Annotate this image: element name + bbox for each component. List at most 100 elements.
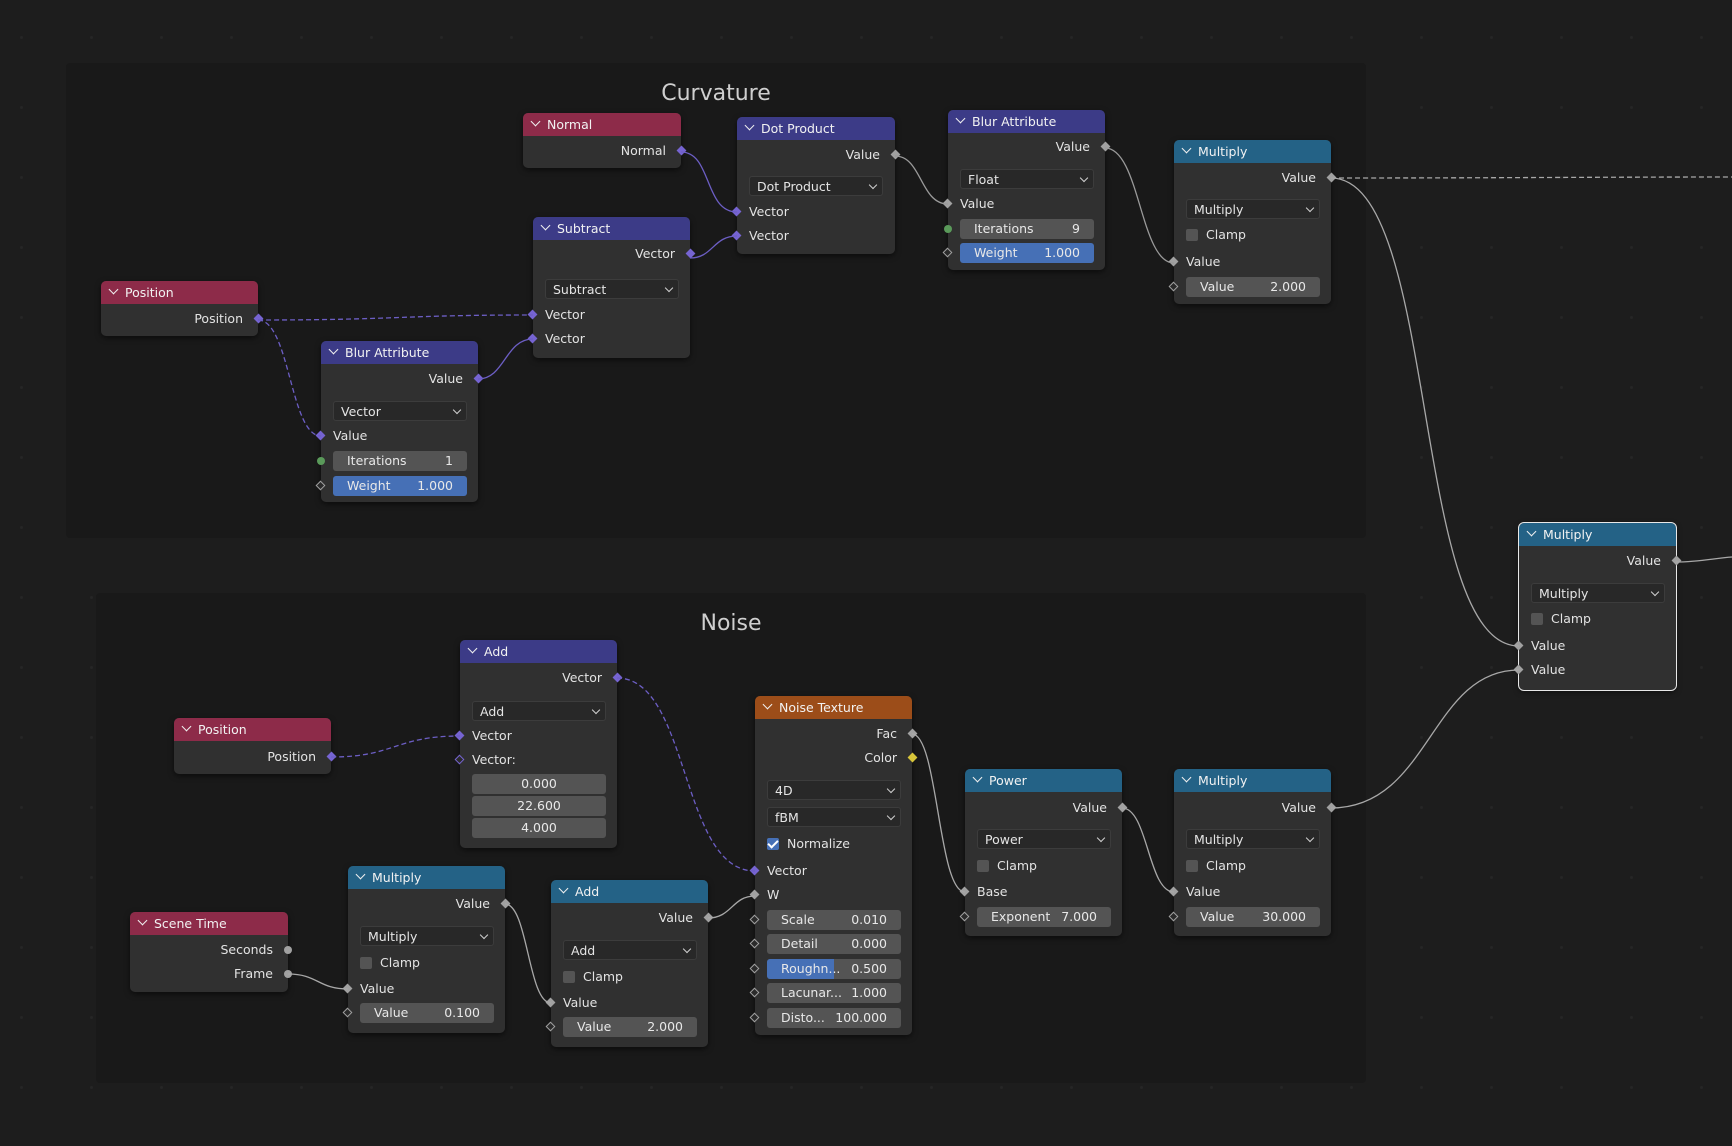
node-header[interactable]: Add <box>551 880 708 903</box>
node-multiply-noise-scale[interactable]: Multiply Value Multiply Clamp Value Valu… <box>1168 769 1337 936</box>
node-add-vector[interactable]: Add Vector Add Vector Vector: 0.000 22.6… <box>454 640 623 848</box>
operation-dropdown[interactable]: Add <box>472 701 606 721</box>
input-socket[interactable] <box>1513 664 1524 675</box>
collapse-chevron-icon[interactable] <box>138 917 147 926</box>
node-position-curvature[interactable]: Position Position <box>101 281 264 336</box>
exponent-field[interactable]: Exponent 7.000 <box>977 907 1111 927</box>
normalize-checkbox[interactable]: Normalize <box>767 836 850 851</box>
node-position-noise[interactable]: Position Position <box>174 718 337 774</box>
noise-type-dropdown[interactable]: fBM <box>767 807 901 827</box>
weight-field[interactable]: Weight 1.000 <box>333 476 467 496</box>
vector-x-field[interactable]: 0.000 <box>472 774 606 794</box>
collapse-chevron-icon[interactable] <box>531 118 540 127</box>
collapse-chevron-icon[interactable] <box>1182 774 1191 783</box>
operation-dropdown[interactable]: Multiply <box>1531 583 1665 603</box>
operation-dropdown[interactable]: Multiply <box>1186 199 1320 219</box>
node-blur-attribute-float[interactable]: Blur Attribute Value Float Value Iterati… <box>942 110 1111 270</box>
node-header[interactable]: Dot Product <box>737 117 895 140</box>
value-field[interactable]: Value 2.000 <box>563 1017 697 1037</box>
input-socket[interactable] <box>944 225 952 233</box>
detail-field[interactable]: Detail 0.000 <box>767 934 901 954</box>
value-field[interactable]: Value 0.100 <box>360 1003 494 1023</box>
checkbox-box[interactable] <box>563 970 575 983</box>
vector-z-field[interactable]: 4.000 <box>472 818 606 838</box>
iterations-field[interactable]: Iterations 9 <box>960 219 1094 239</box>
collapse-chevron-icon[interactable] <box>541 222 550 231</box>
collapse-chevron-icon[interactable] <box>763 701 772 710</box>
value-field[interactable]: Value 30.000 <box>1186 907 1320 927</box>
node-noise-texture[interactable]: Noise Texture Fac Color 4D fBM Normalize… <box>749 696 918 1035</box>
node-header[interactable]: Blur Attribute <box>321 341 478 364</box>
checkbox-box[interactable] <box>1531 612 1543 625</box>
operation-dropdown[interactable]: Multiply <box>360 926 494 946</box>
data-type-dropdown[interactable]: Float <box>960 169 1094 189</box>
frame-curvature[interactable]: Curvature <box>66 63 1366 538</box>
node-header[interactable]: Blur Attribute <box>948 110 1105 133</box>
node-header[interactable]: Scene Time <box>130 912 288 935</box>
value-field[interactable]: Value 2.000 <box>1186 277 1320 297</box>
node-editor-canvas[interactable]: Curvature Noise Normal Normal Dot Produc… <box>0 0 1732 1146</box>
node-header[interactable]: Power <box>965 769 1122 792</box>
node-header[interactable]: Multiply <box>1174 769 1331 792</box>
node-subtract[interactable]: Subtract Vector Subtract Vector Vector <box>527 217 696 358</box>
node-normal[interactable]: Normal Normal <box>523 113 687 168</box>
clamp-checkbox[interactable]: Clamp <box>1186 858 1246 873</box>
iterations-field[interactable]: Iterations 1 <box>333 451 467 471</box>
node-dot-product[interactable]: Dot Product Value Dot Product Vector Vec… <box>731 117 901 254</box>
node-header[interactable]: Position <box>174 718 331 741</box>
operation-dropdown[interactable]: Multiply <box>1186 829 1320 849</box>
operation-dropdown[interactable]: Add <box>563 940 697 960</box>
input-socket[interactable] <box>317 457 325 465</box>
collapse-chevron-icon[interactable] <box>468 645 477 654</box>
node-header[interactable]: Multiply <box>1519 523 1676 546</box>
checkbox-box[interactable] <box>360 956 372 969</box>
operation-dropdown[interactable]: Power <box>977 829 1111 849</box>
distortion-field[interactable]: Disto... 100.000 <box>767 1008 901 1028</box>
weight-field[interactable]: Weight 1.000 <box>960 243 1094 263</box>
checkbox-box[interactable] <box>767 837 779 850</box>
lacunarity-field[interactable]: Lacunar... 1.000 <box>767 983 901 1003</box>
checkbox-box[interactable] <box>1186 859 1198 872</box>
node-header[interactable]: Add <box>460 640 617 663</box>
node-header[interactable]: Multiply <box>348 866 505 889</box>
node-power[interactable]: Power Value Power Clamp Base Exponent 7.0… <box>959 769 1128 936</box>
clamp-checkbox[interactable]: Clamp <box>360 955 420 970</box>
roughness-field[interactable]: Roughn... 0.500 <box>767 959 901 979</box>
collapse-chevron-icon[interactable] <box>109 286 118 295</box>
node-scene-time[interactable]: Scene Time Seconds Frame <box>130 912 292 992</box>
node-blur-attribute-vector[interactable]: Blur Attribute Value Vector Value Iterat… <box>315 341 484 502</box>
vector-y-field[interactable]: 22.600 <box>472 796 606 816</box>
collapse-chevron-icon[interactable] <box>956 115 965 124</box>
operation-dropdown[interactable]: Subtract <box>545 279 679 299</box>
operation-dropdown[interactable]: Dot Product <box>749 176 883 196</box>
node-multiply-final[interactable]: Multiply Value Multiply Clamp Value Valu… <box>1513 522 1682 691</box>
output-socket[interactable] <box>284 970 292 978</box>
collapse-chevron-icon[interactable] <box>973 774 982 783</box>
collapse-chevron-icon[interactable] <box>559 885 568 894</box>
collapse-chevron-icon[interactable] <box>745 122 754 131</box>
node-header[interactable]: Normal <box>523 113 681 136</box>
clamp-checkbox[interactable]: Clamp <box>1186 227 1246 242</box>
clamp-checkbox[interactable]: Clamp <box>977 858 1037 873</box>
clamp-checkbox[interactable]: Clamp <box>563 969 623 984</box>
checkbox-box[interactable] <box>1186 228 1198 241</box>
node-header[interactable]: Subtract <box>533 217 690 240</box>
clamp-checkbox[interactable]: Clamp <box>1531 611 1591 626</box>
node-add-math[interactable]: Add Value Add Clamp Value Value 2.000 <box>545 880 714 1047</box>
output-socket[interactable] <box>1671 555 1682 566</box>
scale-field[interactable]: Scale 0.010 <box>767 910 901 930</box>
data-type-dropdown[interactable]: Vector <box>333 401 467 421</box>
node-multiply-curvature[interactable]: Multiply Value Multiply Clamp Value Valu… <box>1168 140 1337 304</box>
collapse-chevron-icon[interactable] <box>1527 528 1536 537</box>
collapse-chevron-icon[interactable] <box>356 871 365 880</box>
collapse-chevron-icon[interactable] <box>182 723 191 732</box>
node-header[interactable]: Noise Texture <box>755 696 912 719</box>
collapse-chevron-icon[interactable] <box>1182 145 1191 154</box>
output-socket[interactable] <box>284 946 292 954</box>
dimensions-dropdown[interactable]: 4D <box>767 780 901 800</box>
input-socket[interactable] <box>1513 640 1524 651</box>
node-header[interactable]: Multiply <box>1174 140 1331 163</box>
checkbox-box[interactable] <box>977 859 989 872</box>
collapse-chevron-icon[interactable] <box>329 346 338 355</box>
node-header[interactable]: Position <box>101 281 258 304</box>
